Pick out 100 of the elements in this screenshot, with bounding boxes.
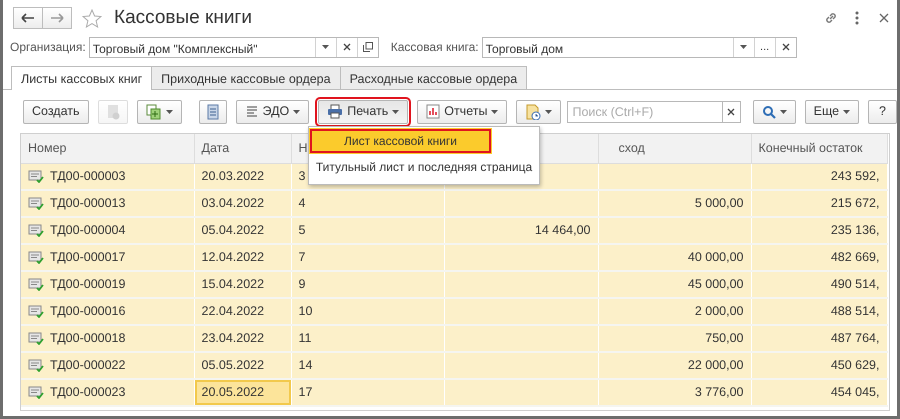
toolbar-button[interactable]: ?	[868, 100, 897, 124]
table-cell: 20.03.2022	[202, 168, 264, 183]
table-cell: 12.04.2022	[202, 250, 264, 264]
table-cell: 22 000,00	[688, 358, 744, 372]
document-clock-icon	[525, 104, 542, 120]
toolbar-button[interactable]: ЭДО	[236, 100, 310, 124]
menu-item[interactable]: Лист кассовой книги	[309, 128, 492, 154]
table-cell: 10	[298, 304, 312, 318]
table-cell: 2 000,00	[694, 304, 744, 318]
icon-button[interactable]	[516, 100, 562, 124]
table-cell: 5 000,00	[694, 196, 744, 210]
more-icon[interactable]	[855, 11, 859, 25]
caret-icon	[322, 45, 330, 49]
link-icon[interactable]	[823, 10, 839, 26]
tab[interactable]: Листы кассовых книг	[11, 66, 152, 90]
table-cell: 488 514,	[830, 304, 880, 318]
document-check-icon	[28, 359, 44, 372]
table-cell: 235 136,	[830, 223, 880, 238]
column-header: Конечный остаток	[751, 134, 887, 163]
table-cell-text: ТД00-000017	[50, 249, 126, 266]
back-arrow-icon	[21, 13, 35, 23]
table-cell: 20.05.2022	[202, 385, 264, 400]
table-cell-text: ТД00-000004	[50, 222, 126, 240]
document-check-icon	[28, 332, 44, 345]
select-field[interactable]: Торговый дом ...	[482, 36, 797, 58]
table-cell: 40 000,00	[688, 250, 744, 264]
caret-icon	[491, 110, 498, 114]
caret-icon	[166, 110, 173, 114]
table-cell: 05.05.2022	[202, 358, 264, 372]
tab[interactable]: Расходные кассовые ордера	[340, 66, 528, 89]
report-icon	[426, 104, 440, 119]
table-cell: 22.04.2022	[202, 304, 264, 318]
field-label: Кассовая книга:	[390, 39, 479, 56]
column-header: сход	[598, 134, 751, 163]
table-cell: 23.04.2022	[202, 331, 264, 346]
table-cell: 5	[298, 223, 306, 238]
document-check-icon	[28, 251, 44, 264]
window-title: Кассовые книги	[114, 6, 252, 30]
toolbar-button[interactable]: Печать	[318, 100, 408, 124]
table-cell: 4	[298, 196, 306, 210]
column-header: Дата	[194, 134, 291, 163]
forward-arrow-icon	[50, 13, 64, 23]
caret-icon	[392, 110, 400, 114]
table-cell: 482 669,	[830, 250, 880, 264]
table-cell-text: ТД00-000022	[50, 357, 126, 374]
toolbar-button[interactable]: Отчеты	[417, 100, 508, 124]
table-cell: 490 514,	[830, 277, 880, 292]
caret-icon	[545, 110, 552, 114]
icon-button[interactable]	[752, 100, 796, 124]
table-cell-text: ТД00-000003	[50, 168, 126, 185]
table-cell-text: ТД00-000016	[50, 303, 126, 320]
table-cell: 450 629,	[830, 358, 880, 372]
table-cell: 454 045,	[830, 385, 880, 400]
document-check-icon	[28, 386, 44, 399]
table-cell: 3	[298, 168, 306, 183]
close-icon[interactable]	[879, 13, 889, 23]
table-cell-text: ТД00-000013	[50, 195, 126, 212]
document-check-icon	[28, 305, 44, 318]
document-check-icon	[28, 170, 44, 183]
table-cell: 215 672,	[830, 196, 880, 210]
table-cell: 14 464,00	[534, 223, 590, 238]
field-label: Организация:	[10, 39, 86, 56]
document-check-icon	[28, 197, 44, 210]
menu-item[interactable]: Титульный лист и последняя страница	[309, 154, 539, 180]
back-button[interactable]	[13, 7, 43, 29]
table-cell: 487 764,	[830, 331, 880, 346]
table-cell-text: ТД00-000019	[50, 276, 126, 294]
caret-icon	[293, 110, 300, 114]
document-check-icon	[28, 278, 44, 291]
list-icon	[206, 104, 220, 120]
table-cell-text: ТД00-000023	[50, 384, 126, 402]
search-icon	[762, 104, 776, 118]
copy-icon	[146, 104, 162, 120]
open-window-icon	[362, 42, 373, 52]
search-field[interactable]: Поиск (Ctrl+F)	[567, 100, 722, 122]
table-cell: 17	[298, 385, 312, 400]
toolbar-button[interactable]: Создать	[23, 100, 89, 124]
table-cell: 05.04.2022	[202, 223, 264, 238]
icon-button[interactable]	[198, 100, 227, 124]
table-cell: 750,00	[705, 331, 744, 346]
printer-icon	[327, 104, 344, 119]
icon-button[interactable]	[136, 100, 182, 124]
select-field[interactable]: Торговый дом "Комплексный"	[88, 36, 379, 58]
toolbar-button[interactable]: Еще	[804, 100, 860, 124]
table-cell: 14	[298, 358, 312, 372]
star-icon[interactable]	[82, 8, 102, 28]
caret-icon	[843, 110, 850, 114]
document-check-icon	[28, 224, 44, 237]
table-cell: 3 776,00	[694, 385, 744, 400]
caret-icon	[740, 45, 748, 49]
table-cell-text: ТД00-000018	[50, 330, 126, 348]
table-cell: 03.04.2022	[202, 196, 264, 210]
column-header: Номер	[21, 134, 194, 163]
table-cell: 243 592,	[830, 168, 880, 183]
caret-icon	[780, 110, 787, 114]
close-icon	[727, 108, 736, 116]
table-cell: 11	[298, 331, 312, 346]
tab[interactable]: Приходные кассовые ордера	[151, 66, 341, 89]
table-cell: 7	[298, 250, 306, 264]
table-cell: 9	[298, 277, 306, 292]
